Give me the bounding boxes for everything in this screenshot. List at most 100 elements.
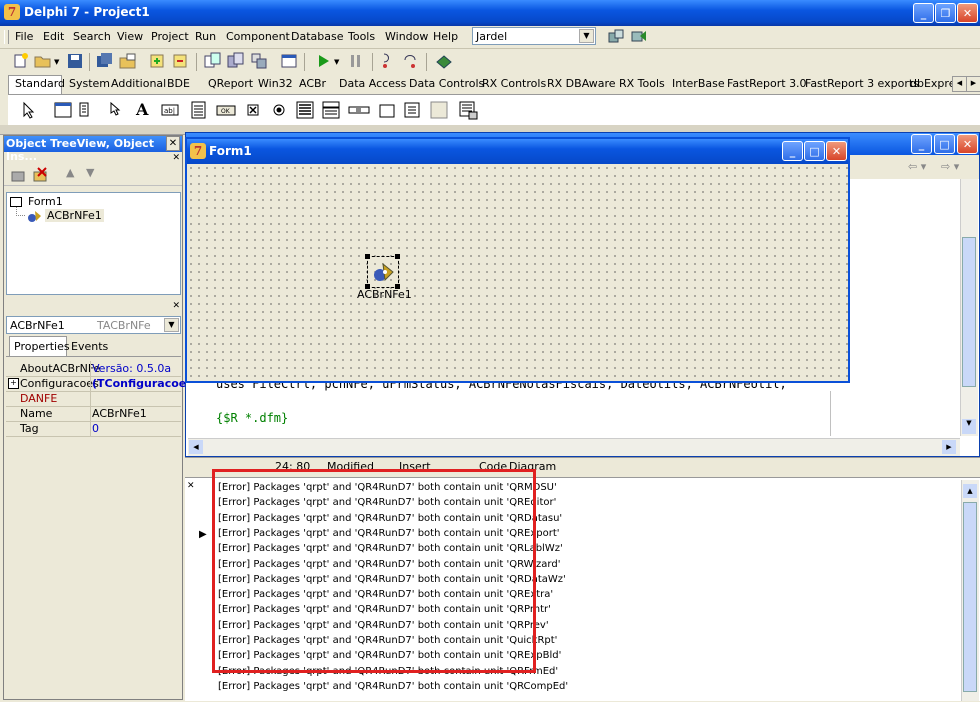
groupbox-icon[interactable]: [378, 101, 396, 119]
tab-interbase[interactable]: InterBase: [672, 77, 725, 90]
tab-bde[interactable]: BDE: [167, 77, 190, 90]
editor-maximize-button[interactable]: □: [934, 134, 955, 154]
tree-node-form1[interactable]: Form1: [28, 195, 63, 208]
editor-hscrollbar[interactable]: ◀ ▶: [188, 438, 960, 456]
scroll-up-icon[interactable]: ▲: [963, 484, 977, 498]
property-row[interactable]: DANFE: [6, 391, 181, 407]
step-over-icon[interactable]: [401, 52, 419, 70]
vscroll-down-icon[interactable]: ▼: [962, 419, 976, 434]
palette-left-arrow-icon[interactable]: ◀: [952, 76, 967, 92]
menu-run[interactable]: Run: [195, 30, 216, 43]
tab-rx-controls[interactable]: RX Controls: [482, 77, 546, 90]
property-row[interactable]: Tag 0: [6, 421, 181, 437]
close-icon[interactable]: ✕: [166, 136, 180, 151]
tab-system[interactable]: System: [69, 77, 110, 90]
palette-right-arrow-icon[interactable]: ▶: [966, 76, 980, 92]
back-arrow-icon[interactable]: ⇦ ▾: [908, 160, 926, 173]
message-line[interactable]: [Error] Packages 'qrpt' and 'QR4RunD7' b…: [218, 681, 568, 692]
save-all-icon[interactable]: [96, 52, 114, 70]
frames-icon[interactable]: [54, 101, 72, 119]
menu-component[interactable]: Component: [226, 30, 290, 43]
panel-icon[interactable]: [430, 101, 448, 119]
editor-vscrollbar[interactable]: ▼: [960, 179, 978, 436]
scrollbar-icon[interactable]: [348, 101, 370, 119]
restore-button[interactable]: ❐: [935, 3, 956, 23]
radiobutton-icon[interactable]: [270, 101, 288, 119]
tab-additional[interactable]: Additional: [111, 77, 166, 90]
remove-file-icon[interactable]: [172, 52, 190, 70]
menu-tools[interactable]: Tools: [348, 30, 375, 43]
tab-events[interactable]: Events: [71, 340, 108, 353]
tab-data-access[interactable]: Data Access: [339, 77, 406, 90]
editor-minimize-button[interactable]: _: [911, 134, 932, 154]
tab-acbr[interactable]: ACBr: [299, 77, 326, 90]
minimize-button[interactable]: _: [913, 3, 934, 23]
component-list-icon[interactable]: [435, 52, 453, 70]
form-canvas[interactable]: ACBrNFe1: [187, 164, 848, 381]
label-component-icon[interactable]: A: [136, 100, 148, 119]
vscroll-thumb[interactable]: [962, 237, 976, 387]
memo-icon[interactable]: [190, 101, 208, 119]
menu-view[interactable]: View: [117, 30, 143, 43]
popup-menu-icon[interactable]: [108, 101, 126, 119]
new-item-icon[interactable]: [10, 166, 28, 184]
run-dropdown-icon[interactable]: ▼: [334, 58, 339, 66]
close-messages-icon[interactable]: ✕: [187, 481, 195, 491]
hscroll-left-icon[interactable]: ◀: [189, 440, 203, 454]
form-close-button[interactable]: ✕: [826, 141, 847, 161]
tab-properties[interactable]: Properties: [9, 336, 70, 356]
open-icon[interactable]: [34, 52, 52, 70]
view-unit-icon[interactable]: [204, 52, 222, 70]
forward-arrow-icon[interactable]: ⇨ ▾: [941, 160, 959, 173]
run-icon[interactable]: [314, 52, 332, 70]
edit-component-icon[interactable]: ab|: [161, 101, 179, 119]
selection-handle[interactable]: [365, 254, 370, 259]
form-minimize-button[interactable]: _: [782, 141, 803, 161]
new-items-icon[interactable]: [12, 52, 30, 70]
selection-handle[interactable]: [395, 254, 400, 259]
move-up-icon[interactable]: ▲: [66, 166, 74, 179]
messages-scroll-thumb[interactable]: [963, 502, 977, 692]
property-row[interactable]: Name ACBrNFe1: [6, 406, 181, 422]
code-line-directive[interactable]: {$R *.dfm}: [216, 411, 288, 425]
menu-search[interactable]: Search: [73, 30, 111, 43]
tab-rx-tools[interactable]: RX Tools: [619, 77, 665, 90]
trace-into-icon[interactable]: [378, 52, 396, 70]
desktop-combo[interactable]: Jardel ▼: [472, 27, 596, 45]
expand-plus-icon[interactable]: +: [8, 378, 19, 389]
close-button[interactable]: ✕: [957, 3, 978, 23]
new-form-icon[interactable]: [280, 52, 298, 70]
toggle-form-unit-icon[interactable]: [250, 52, 268, 70]
tab-rx-dbaware[interactable]: RX DBAware: [547, 77, 616, 90]
combobox-icon[interactable]: [322, 101, 340, 119]
messages-vscrollbar[interactable]: ▲: [961, 480, 979, 701]
inspector-object-combo[interactable]: ACBrNFe1 TACBrNFe ▼: [6, 316, 181, 334]
tab-data-controls[interactable]: Data Controls: [409, 77, 484, 90]
open-project-icon[interactable]: [119, 52, 137, 70]
property-row[interactable]: + Configuracoes (TConfiguracoes: [6, 376, 193, 392]
tab-fastreport-3[interactable]: FastReport 3.0: [727, 77, 807, 90]
menu-window[interactable]: Window: [385, 30, 428, 43]
menu-database[interactable]: Database: [291, 30, 344, 43]
editor-close-button[interactable]: ✕: [957, 134, 978, 154]
add-file-icon[interactable]: [149, 52, 167, 70]
view-form-icon[interactable]: [227, 52, 245, 70]
move-down-icon[interactable]: ▼: [86, 166, 94, 179]
set-debug-desktop-icon[interactable]: [630, 28, 648, 46]
property-row[interactable]: AboutACBrNFe Versão: 0.5.0a: [6, 361, 181, 377]
form-maximize-button[interactable]: □: [804, 141, 825, 161]
tree-node-acbrnfe1[interactable]: ACBrNFe1: [45, 209, 104, 222]
tab-qreport[interactable]: QReport: [208, 77, 253, 90]
button-component-icon[interactable]: OK: [216, 101, 236, 119]
hscroll-right-icon[interactable]: ▶: [942, 440, 956, 454]
menu-project[interactable]: Project: [151, 30, 189, 43]
close-inspector-icon[interactable]: ✕: [172, 301, 180, 311]
menu-edit[interactable]: Edit: [43, 30, 64, 43]
pause-icon[interactable]: [347, 52, 365, 70]
actionlist-icon[interactable]: [459, 101, 478, 120]
save-desktop-icon[interactable]: [607, 28, 625, 46]
acbrnfe-component[interactable]: [365, 254, 400, 289]
pointer-arrow-icon[interactable]: [20, 101, 38, 119]
delete-item-icon[interactable]: [32, 166, 50, 184]
save-icon[interactable]: [66, 52, 84, 70]
